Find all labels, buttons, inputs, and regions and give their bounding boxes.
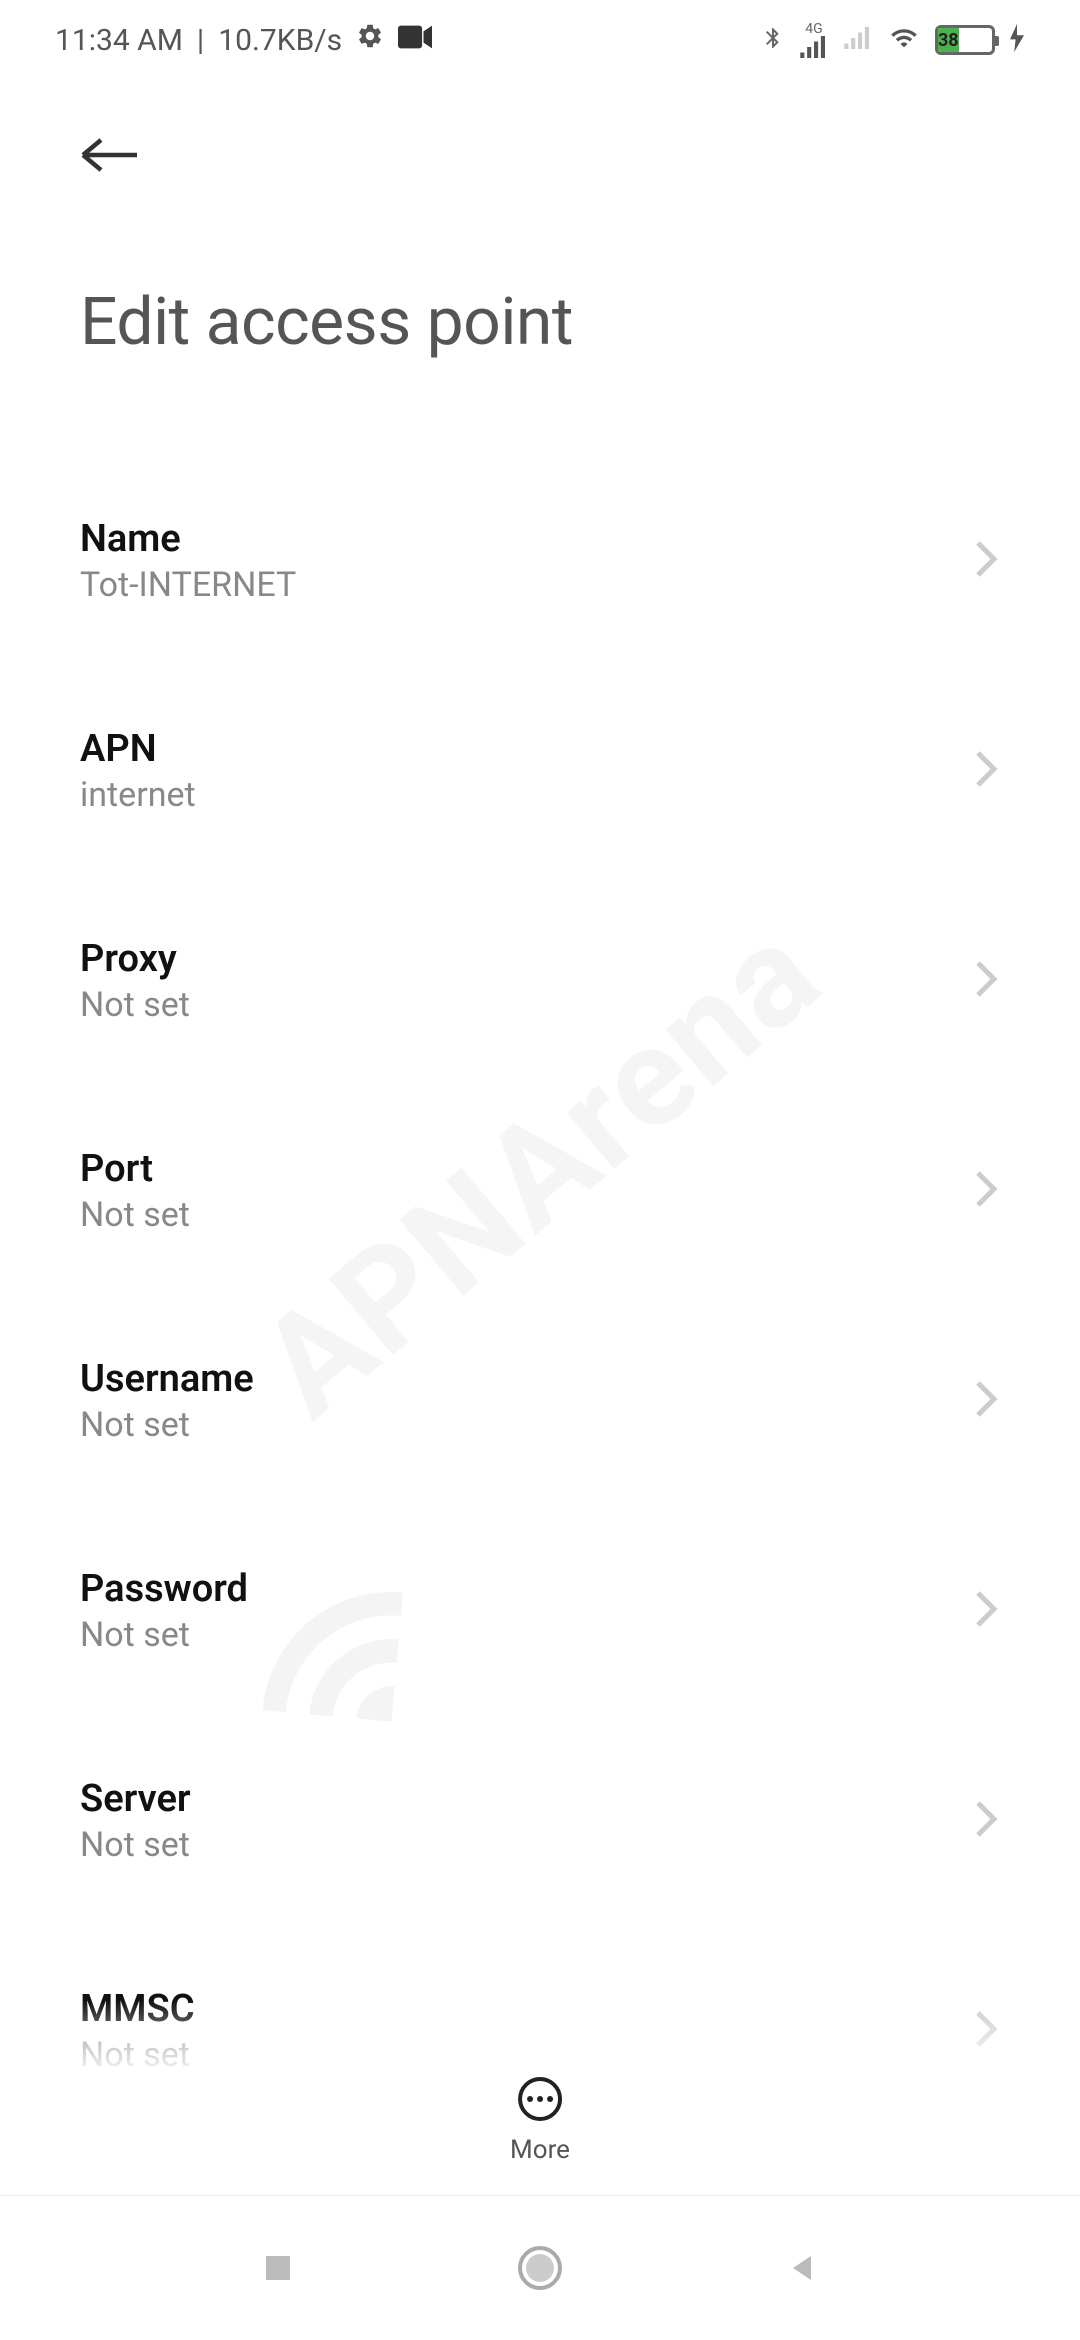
signal-4g-icon: 4G (799, 22, 829, 58)
charging-icon (1009, 24, 1025, 56)
row-label: APN (80, 727, 196, 771)
header: Edit access point (0, 80, 1080, 391)
more-label: More (510, 2135, 570, 2165)
wifi-icon (887, 24, 921, 56)
chevron-right-icon (972, 1799, 1000, 1843)
nav-back-button[interactable] (784, 2248, 820, 2288)
status-bar: 11:34 AM | 10.7KB/s 4G × 38 (0, 0, 1080, 80)
row-label: Port (80, 1147, 190, 1191)
bluetooth-icon (761, 22, 785, 58)
settings-row-username[interactable]: Username Not set (0, 1321, 1080, 1481)
chevron-right-icon (972, 959, 1000, 1003)
row-value: Not set (80, 1405, 254, 1445)
status-time: 11:34 AM (55, 23, 183, 58)
navigation-bar (0, 2195, 1080, 2340)
chevron-right-icon (972, 2009, 1000, 2053)
row-value: Not set (80, 1195, 190, 1235)
settings-row-password[interactable]: Password Not set (0, 1531, 1080, 1691)
settings-list: Name Tot-INTERNET APN internet Proxy Not… (0, 391, 1080, 2321)
chevron-right-icon (972, 1589, 1000, 1633)
battery-icon: 38 (935, 25, 995, 55)
back-button[interactable] (80, 130, 1000, 184)
nav-home-button[interactable] (516, 2244, 564, 2292)
svg-text:×: × (866, 45, 873, 49)
status-speed: 10.7KB/s (218, 23, 342, 58)
chevron-right-icon (972, 1169, 1000, 1213)
row-value: Not set (80, 1615, 248, 1655)
signal-empty-icon: × (843, 27, 873, 53)
nav-recent-button[interactable] (260, 2250, 296, 2286)
settings-row-port[interactable]: Port Not set (0, 1111, 1080, 1271)
settings-row-name[interactable]: Name Tot-INTERNET (0, 481, 1080, 641)
camera-icon (398, 23, 432, 58)
row-value: Not set (80, 2035, 195, 2075)
gear-icon (356, 22, 384, 58)
settings-row-apn[interactable]: APN internet (0, 691, 1080, 851)
chevron-right-icon (972, 539, 1000, 583)
row-value: Not set (80, 1825, 191, 1865)
page-title: Edit access point (80, 284, 1000, 361)
row-label: Proxy (80, 937, 190, 981)
status-bar-left: 11:34 AM | 10.7KB/s (55, 22, 432, 58)
row-label: Name (80, 517, 296, 561)
more-icon (518, 2077, 562, 2121)
row-label: Server (80, 1777, 191, 1821)
settings-row-server[interactable]: Server Not set (0, 1741, 1080, 1901)
row-label: Password (80, 1567, 248, 1611)
row-label: MMSC (80, 1987, 195, 2031)
chevron-right-icon (972, 1379, 1000, 1423)
chevron-right-icon (972, 749, 1000, 793)
status-bar-right: 4G × 38 (761, 22, 1025, 58)
settings-row-proxy[interactable]: Proxy Not set (0, 901, 1080, 1061)
more-button[interactable]: More (510, 2077, 570, 2165)
row-value: Not set (80, 985, 190, 1025)
row-value: Tot-INTERNET (80, 565, 296, 605)
row-label: Username (80, 1357, 254, 1401)
row-value: internet (80, 775, 196, 815)
